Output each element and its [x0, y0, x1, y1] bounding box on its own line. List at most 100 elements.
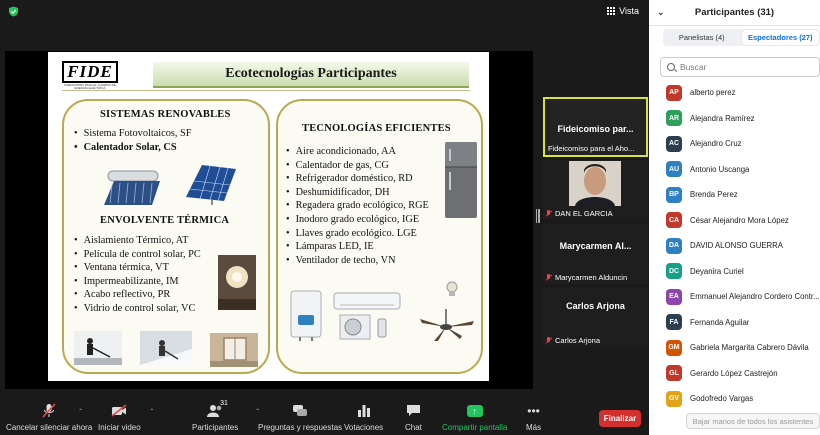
more-icon: •••: [527, 403, 540, 418]
attendee-name: César Alejandro Mora López: [690, 215, 789, 225]
efficient-tech-item: Llaves grado ecológico. LGE: [286, 227, 429, 241]
chevron-up-icon[interactable]: ⌃: [149, 408, 154, 415]
efficient-tech-panel: TECNOLOGÍAS EFICIENTES Aire acondicionad…: [276, 99, 483, 374]
efficient-tech-item: Deshumidificador, DH: [286, 186, 429, 200]
polls-icon: [357, 402, 371, 419]
list-item[interactable]: BP Brenda Perez: [649, 182, 820, 208]
more-button[interactable]: ••• Más: [526, 402, 542, 433]
avatar: AC: [666, 135, 682, 152]
meeting-toolbar: ⌃ Cancelar silenciar ahora ⌃ Iniciar vid…: [0, 400, 649, 435]
list-item[interactable]: CA César Alejandro Mora López: [649, 208, 820, 234]
chat-icon: [406, 402, 421, 419]
shield-icon[interactable]: [8, 6, 19, 17]
renewables-item: Sistema Fotovoltaicos, SF: [74, 127, 192, 141]
efficient-tech-item: Calentador de gas, CG: [286, 159, 429, 173]
start-video-button[interactable]: ⌃ Iniciar video: [98, 402, 154, 432]
tab-attendees[interactable]: Espectadores (27): [741, 30, 819, 45]
participants-title: Participantes (31): [694, 7, 775, 18]
mic-muted-icon: [546, 337, 552, 344]
video-tile[interactable]: Marycarmen Al... Marycarmen Alduncin: [543, 224, 648, 284]
thermal-insulation-worker-image: [74, 331, 122, 365]
meeting-area: Vista FIDE FIDEICOMISO PARA EL AHORRO DE…: [0, 0, 649, 435]
qa-button[interactable]: Preguntas y respuestas: [258, 402, 342, 432]
tab-panelists[interactable]: Panelistas (4): [663, 29, 741, 46]
participants-panel: ⌄ Participantes (31) Panelistas (4) Espe…: [649, 0, 820, 435]
chevron-down-icon[interactable]: ⌄: [657, 7, 665, 18]
list-item[interactable]: DC Deyanira Curiel: [649, 259, 820, 285]
chevron-up-icon[interactable]: ⌃: [78, 408, 83, 415]
mic-muted-icon: [546, 274, 552, 281]
more-label: Más: [526, 423, 542, 432]
renewables-heading: SISTEMAS RENOVABLES: [100, 109, 231, 120]
grid-icon: [607, 7, 616, 15]
tile-name: Fideicomiso para el Aho...: [548, 144, 634, 153]
view-button[interactable]: Vista: [607, 6, 639, 16]
list-item[interactable]: EA Emmanuel Alejandro Cordero Contr...: [649, 284, 820, 310]
envolvente-heading: ENVOLVENTE TÉRMICA: [100, 215, 230, 226]
control-glass-image: [210, 333, 258, 367]
attendee-name: Gabriela Margarita Cabrero Dávila: [690, 343, 809, 353]
video-tile[interactable]: Carlos Arjona Carlos Arjona: [543, 287, 648, 347]
list-item[interactable]: AR Alejandra Ramírez: [649, 106, 820, 132]
envolvente-item: Ventana térmica, VT: [74, 261, 201, 275]
attendee-name: Antonio Uscanga: [690, 164, 750, 174]
chat-button[interactable]: Chat: [405, 402, 422, 432]
water-heater-image: [290, 290, 322, 341]
tile-name: DAN EL GARCIA: [546, 209, 613, 218]
avatar: BP: [666, 186, 682, 203]
renewables-item: Calentador Solar, CS: [74, 141, 191, 155]
list-item[interactable]: DA DAVID ALONSO GUERRA: [649, 233, 820, 259]
splitter-handle[interactable]: [536, 209, 541, 223]
start-video-label: Iniciar video: [98, 423, 141, 432]
list-item[interactable]: AP alberto perez: [649, 80, 820, 106]
share-screen-button[interactable]: ↑ Compartir pantalla: [442, 402, 507, 432]
air-conditioner-image: [333, 292, 401, 340]
attendee-name: Godofredo Vargas: [690, 394, 754, 404]
envolvente-item: Impermeabilizante, IM: [74, 275, 201, 289]
list-item[interactable]: GV Godofredo Vargas: [649, 386, 820, 412]
video-tile[interactable]: DAN EL GARCIA: [543, 160, 648, 220]
search-icon: [667, 63, 675, 71]
mute-label: Cancelar silenciar ahora: [6, 423, 93, 432]
envolvente-item: Película de control solar, PC: [74, 248, 201, 262]
tile-name: Carlos Arjona: [546, 336, 600, 345]
efficient-tech-item: Refrigerador doméstico, RD: [286, 172, 429, 186]
list-item[interactable]: AC Alejandro Cruz: [649, 131, 820, 157]
efficient-tech-item: Ventilador de techo, VN: [286, 254, 429, 268]
video-off-icon: ⌃: [111, 402, 154, 419]
reflective-wall-image: [218, 255, 256, 310]
roof-coating-image: [140, 331, 192, 365]
efficient-tech-item: Lámparas LED, IE: [286, 240, 429, 254]
list-item[interactable]: GM Gabriela Margarita Cabrero Dávila: [649, 335, 820, 361]
envolvente-item: Vidrio de control solar, VC: [74, 302, 201, 316]
attendee-name: Gerardo López Castrejón: [690, 368, 778, 378]
title-divider: [62, 90, 470, 91]
renewables-panel: SISTEMAS RENOVABLES Sistema Fotovoltaico…: [62, 99, 270, 374]
chat-label: Chat: [405, 423, 422, 432]
search-input[interactable]: Buscar: [680, 62, 706, 72]
list-item[interactable]: FA Fernanda Aguilar: [649, 310, 820, 336]
polls-button[interactable]: Votaciones: [344, 402, 383, 432]
participants-button[interactable]: 31 ⌃ Participantes: [192, 400, 260, 432]
participants-tabs: Panelistas (4) Espectadores (27): [663, 29, 820, 46]
list-item[interactable]: AU Antonio Uscanga: [649, 157, 820, 183]
avatar: CA: [666, 212, 682, 229]
video-tile-active[interactable]: Fideicomiso par... Fideicomiso para el A…: [543, 97, 648, 157]
lower-all-hands-button[interactable]: Bajar manos de todos los asistentes: [686, 413, 820, 429]
avatar: AR: [666, 110, 682, 127]
tile-name-label: DAN EL GARCIA: [555, 209, 613, 218]
efficient-tech-item: Inodoro grado ecológico, IGE: [286, 213, 429, 227]
participants-search[interactable]: Buscar: [660, 57, 820, 77]
avatar: EA: [666, 288, 682, 305]
renewables-list: Sistema Fotovoltaicos, SF Calentador Sol…: [74, 127, 192, 155]
efficient-tech-heading: TECNOLOGÍAS EFICIENTES: [302, 123, 451, 134]
share-screen-icon: ↑: [466, 402, 483, 419]
qa-icon: [292, 402, 308, 419]
list-item[interactable]: GL Gerardo López Castrejón: [649, 361, 820, 387]
participants-header: ⌄ Participantes (31): [649, 0, 820, 26]
attendee-name: Brenda Perez: [690, 190, 738, 200]
view-label: Vista: [619, 6, 639, 16]
mic-off-icon: ⌃: [42, 402, 83, 419]
end-meeting-button[interactable]: Finalizar: [599, 410, 641, 427]
mute-button[interactable]: ⌃ Cancelar silenciar ahora: [6, 402, 92, 432]
